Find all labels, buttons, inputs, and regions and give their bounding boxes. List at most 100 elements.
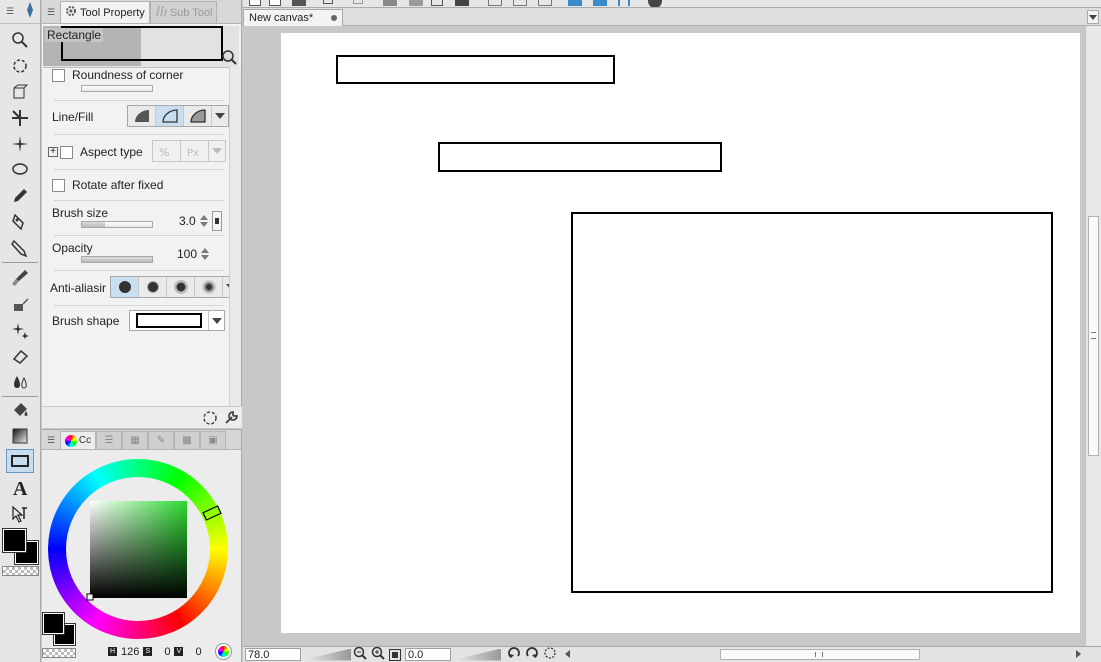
paste-icon[interactable] bbox=[431, 0, 443, 6]
text-tool-icon[interactable]: A bbox=[6, 476, 34, 500]
brush-size-spinner[interactable] bbox=[199, 215, 208, 227]
zoom-in-icon[interactable] bbox=[371, 646, 385, 662]
roundness-checkbox[interactable] bbox=[52, 68, 65, 82]
brush-size-value[interactable]: 3.0 bbox=[179, 214, 196, 228]
zoom-tool-icon[interactable] bbox=[6, 28, 34, 52]
zoom-slider[interactable] bbox=[301, 648, 351, 661]
rotate-checkbox[interactable] bbox=[52, 178, 65, 192]
tab-color-slider[interactable]: ☰ bbox=[96, 431, 122, 449]
snap-ruler-icon[interactable] bbox=[568, 0, 582, 6]
blend-tool-icon[interactable] bbox=[6, 370, 34, 394]
rectangle-shape-1[interactable] bbox=[336, 55, 615, 84]
brush-shape-dropdown[interactable] bbox=[208, 311, 224, 330]
tab-tool-property[interactable]: Tool Property bbox=[60, 1, 150, 23]
save-file-icon[interactable] bbox=[292, 0, 306, 6]
help-icon[interactable] bbox=[648, 0, 662, 7]
aspect-ratio-icon[interactable]: % bbox=[153, 141, 181, 161]
transparent-color-swatch[interactable] bbox=[2, 566, 39, 576]
clear-icon[interactable] bbox=[353, 0, 363, 4]
scroll-left-icon[interactable] bbox=[565, 650, 570, 658]
pencil-tool-icon[interactable] bbox=[6, 236, 34, 260]
create-line-icon[interactable] bbox=[156, 106, 184, 126]
eraser-tool-icon[interactable] bbox=[6, 344, 34, 368]
tab-color-wheel[interactable]: Cc bbox=[60, 431, 96, 449]
rotate-right-icon[interactable] bbox=[525, 646, 539, 662]
object-tool-icon[interactable] bbox=[6, 80, 34, 104]
create-fill-icon[interactable] bbox=[128, 106, 156, 126]
auto-select-icon[interactable] bbox=[6, 132, 34, 156]
figure-rectangle-tool-icon[interactable] bbox=[6, 449, 34, 473]
horizontal-scroll-thumb[interactable] bbox=[720, 649, 920, 660]
rectangle-shape-3[interactable] bbox=[571, 212, 1053, 593]
pen-nib-icon[interactable] bbox=[26, 2, 34, 21]
scroll-right-icon[interactable] bbox=[1076, 650, 1081, 658]
transform-icon[interactable] bbox=[383, 0, 397, 6]
reset-rotation-icon[interactable] bbox=[543, 646, 557, 662]
panel-menu-icon[interactable]: ☰ bbox=[42, 431, 60, 449]
open-file-icon[interactable] bbox=[269, 0, 281, 6]
tab-approximate-color[interactable]: ▩ bbox=[174, 431, 200, 449]
tab-list-dropdown[interactable] bbox=[1087, 10, 1099, 24]
rotate-left-icon[interactable] bbox=[507, 646, 521, 662]
snap-icon[interactable] bbox=[538, 0, 552, 6]
brush-size-lock-icon[interactable] bbox=[211, 211, 222, 231]
rectangle-shape-2[interactable] bbox=[438, 142, 722, 172]
snap-perspective-icon[interactable] bbox=[618, 0, 630, 6]
decoration-tool-icon[interactable] bbox=[6, 318, 34, 342]
zoom-out-icon[interactable] bbox=[353, 646, 367, 662]
vertical-scroll-thumb[interactable] bbox=[1088, 216, 1099, 456]
brush-tool-icon[interactable] bbox=[6, 266, 34, 290]
main-color-swatch[interactable] bbox=[2, 528, 27, 553]
snap-grid-icon[interactable] bbox=[593, 0, 607, 6]
create-line-and-fill-icon[interactable] bbox=[184, 106, 212, 126]
zoom-field[interactable]: 78.0 bbox=[245, 648, 301, 661]
new-file-icon[interactable] bbox=[249, 0, 261, 6]
panel-menu-icon[interactable]: ☰ bbox=[42, 1, 60, 23]
anti-alias-medium-icon[interactable] bbox=[167, 277, 195, 297]
close-tab-icon[interactable] bbox=[331, 15, 337, 21]
copy-icon[interactable] bbox=[409, 0, 423, 6]
aspect-dropdown[interactable] bbox=[209, 141, 225, 161]
canvas-vertical-scrollbar[interactable] bbox=[1085, 26, 1101, 646]
airbrush-tool-icon[interactable] bbox=[6, 292, 34, 316]
opacity-value[interactable]: 100 bbox=[177, 247, 197, 261]
tab-sub-tool[interactable]: Sub Tool bbox=[149, 1, 218, 23]
pen-tool-icon[interactable] bbox=[6, 210, 34, 234]
panel-menu-icon[interactable]: ☰ bbox=[6, 6, 14, 17]
anti-alias-none-icon[interactable] bbox=[111, 277, 139, 297]
lasso-select-icon[interactable] bbox=[6, 158, 34, 182]
tab-color-history[interactable]: ▣ bbox=[200, 431, 226, 449]
rotation-field[interactable]: 0.0 bbox=[405, 648, 451, 661]
color-circle-icon[interactable] bbox=[214, 643, 232, 660]
canvas-page[interactable] bbox=[281, 33, 1080, 633]
opacity-slider[interactable] bbox=[81, 256, 153, 263]
preview-zoom-icon[interactable] bbox=[221, 49, 237, 65]
color-wheel[interactable] bbox=[42, 452, 242, 642]
brush-size-slider[interactable] bbox=[81, 221, 153, 228]
opacity-spinner[interactable] bbox=[201, 248, 210, 260]
sv-marker[interactable] bbox=[86, 593, 94, 601]
tab-intermediate-color[interactable]: ✎ bbox=[148, 431, 174, 449]
rotate-view-icon[interactable] bbox=[6, 54, 34, 78]
fit-canvas-icon[interactable] bbox=[389, 648, 401, 661]
reset-settings-icon[interactable] bbox=[202, 410, 218, 429]
cp-transparent-swatch[interactable] bbox=[42, 648, 76, 658]
roundness-slider[interactable] bbox=[81, 85, 153, 92]
grid-icon[interactable] bbox=[513, 0, 527, 6]
aspect-checkbox[interactable] bbox=[60, 145, 73, 159]
anti-alias-strong-icon[interactable] bbox=[195, 277, 223, 297]
expand-plus-icon[interactable]: + bbox=[48, 147, 58, 157]
wrench-icon[interactable] bbox=[223, 410, 239, 429]
fill-tool-icon[interactable] bbox=[6, 398, 34, 422]
operation-tool-icon[interactable] bbox=[6, 502, 34, 526]
cp-main-color-swatch[interactable] bbox=[42, 612, 65, 635]
gradient-tool-icon[interactable] bbox=[6, 424, 34, 448]
anti-alias-weak-icon[interactable] bbox=[139, 277, 167, 297]
eyedropper-icon[interactable] bbox=[6, 184, 34, 208]
move-layer-icon[interactable] bbox=[6, 106, 34, 130]
ruler-icon[interactable] bbox=[488, 0, 502, 6]
tab-new-canvas[interactable]: New canvas* bbox=[243, 9, 343, 26]
undo-icon[interactable] bbox=[323, 0, 333, 4]
brush-shape-selector[interactable] bbox=[129, 310, 225, 331]
tool-property-scrollbar[interactable] bbox=[229, 66, 241, 406]
